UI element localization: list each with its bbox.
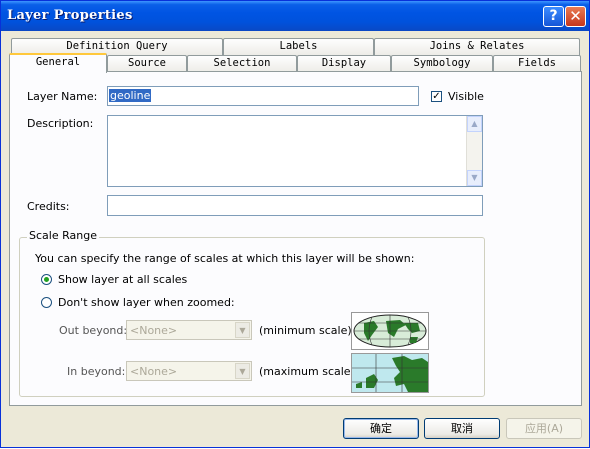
description-textarea[interactable]: ▲ ▼: [107, 115, 483, 187]
dont-show-zoomed-label: Don't show layer when zoomed:: [58, 296, 235, 309]
layer-name-value: geoline: [109, 89, 152, 102]
visible-checkbox[interactable]: ✓: [431, 91, 442, 102]
checkmark-icon: ✓: [432, 91, 441, 102]
general-content: Layer Name: geoline ✓ Visible Descriptio…: [1, 1, 590, 449]
out-beyond-label: Out beyond:: [59, 324, 128, 337]
visible-label: Visible: [448, 90, 484, 103]
credits-label: Credits:: [27, 200, 70, 213]
scroll-up-icon[interactable]: ▲: [467, 116, 482, 132]
credits-input[interactable]: [107, 195, 483, 216]
show-all-scales-label: Show layer at all scales: [58, 273, 188, 286]
show-all-scales-radio[interactable]: [41, 274, 52, 285]
radio-selected-dot: [44, 277, 49, 282]
minimum-scale-hint: (minimum scale): [259, 324, 352, 337]
layer-name-label: Layer Name:: [27, 90, 98, 103]
chevron-down-icon[interactable]: ▼: [235, 322, 250, 338]
out-beyond-value: <None>: [130, 324, 178, 337]
scale-range-title: Scale Range: [27, 229, 99, 242]
description-label: Description:: [27, 117, 94, 130]
description-scrollbar[interactable]: ▲ ▼: [466, 116, 482, 186]
scroll-down-icon[interactable]: ▼: [467, 170, 482, 186]
zoomed-map-icon: [351, 353, 429, 393]
layer-name-input[interactable]: geoline: [107, 86, 419, 106]
in-beyond-value: <None>: [130, 365, 178, 378]
layer-properties-dialog: Layer Properties ? ✕ Definition Query La…: [0, 0, 590, 448]
scale-range-intro: You can specify the range of scales at w…: [35, 252, 415, 265]
world-map-icon: [351, 312, 429, 350]
out-beyond-combo[interactable]: <None> ▼: [126, 320, 252, 340]
in-beyond-label: In beyond:: [67, 365, 126, 378]
maximum-scale-hint: (maximum scale): [259, 365, 355, 378]
in-beyond-combo[interactable]: <None> ▼: [126, 361, 252, 381]
chevron-down-icon[interactable]: ▼: [235, 363, 250, 379]
dont-show-zoomed-radio[interactable]: [41, 297, 52, 308]
